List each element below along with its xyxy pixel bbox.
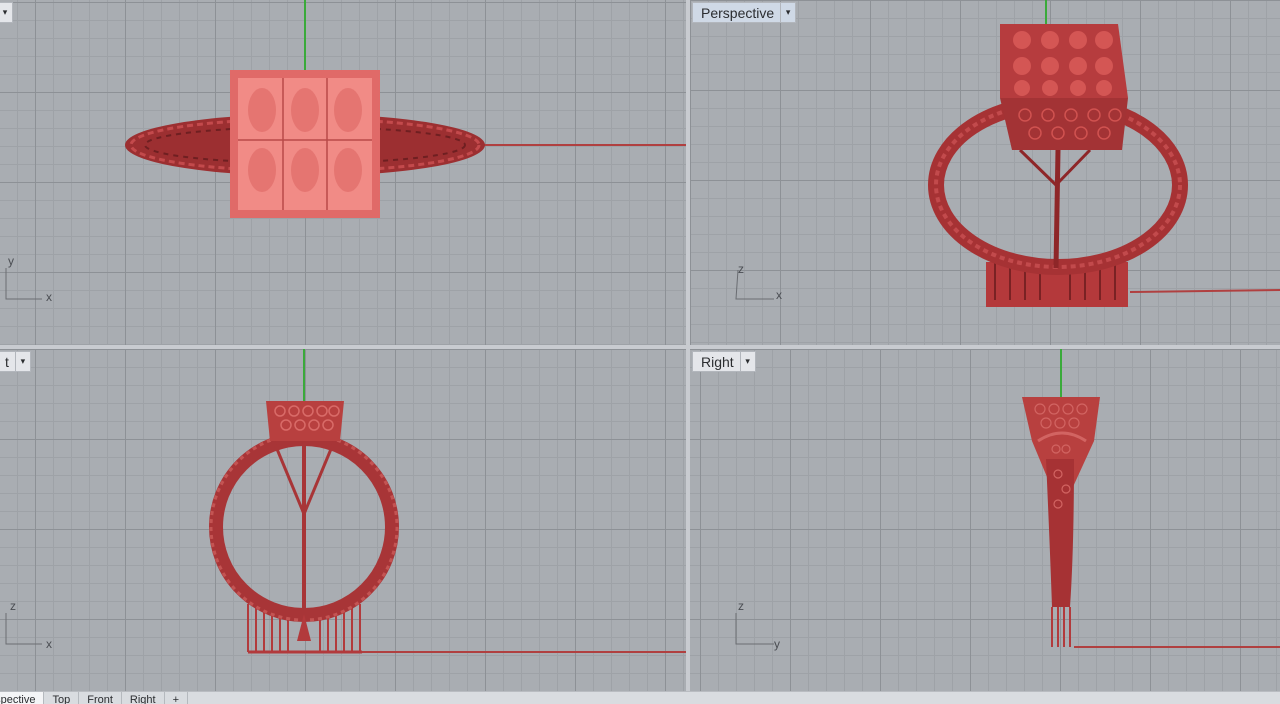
viewport-right-tab[interactable]: Right ▾ bbox=[692, 351, 756, 372]
axis-label-vertical: z bbox=[10, 599, 16, 613]
ring-front-view bbox=[209, 349, 686, 654]
viewport-front-dropdown-icon[interactable]: ▾ bbox=[14, 352, 30, 371]
add-tab-button[interactable]: + bbox=[165, 692, 189, 704]
viewport-perspective-label[interactable]: Perspective bbox=[693, 5, 780, 21]
viewport-right-dropdown-icon[interactable]: ▾ bbox=[739, 352, 755, 371]
viewport-front-tab[interactable]: t ▾ bbox=[0, 351, 31, 372]
axis-label-horizontal: x bbox=[776, 288, 782, 302]
axis-gizmo-icon bbox=[735, 613, 774, 645]
viewport-top-dropdown-icon[interactable]: ▾ bbox=[0, 3, 12, 22]
viewport-right-label[interactable]: Right bbox=[693, 354, 740, 370]
axis-gizmo-icon bbox=[5, 613, 42, 645]
axis-label-vertical: z bbox=[738, 599, 744, 613]
viewport-perspective[interactable]: Perspective ▾ z x bbox=[690, 0, 1280, 345]
viewport-perspective-tab[interactable]: Perspective ▾ bbox=[692, 2, 797, 23]
axis-gizmo-icon bbox=[5, 268, 42, 300]
tab-top[interactable]: Top bbox=[44, 692, 80, 704]
viewport-top[interactable]: ▾ y x bbox=[0, 0, 686, 345]
tab-perspective[interactable]: Perspective bbox=[0, 692, 45, 704]
ring-top-view bbox=[125, 0, 686, 218]
axis-label-horizontal: x bbox=[46, 290, 52, 304]
viewport-front[interactable]: t ▾ z x bbox=[0, 349, 686, 691]
tab-front[interactable]: Front bbox=[79, 692, 122, 704]
viewport-perspective-dropdown-icon[interactable]: ▾ bbox=[780, 3, 795, 22]
viewport-tab-bar: Perspective Top Front Right + bbox=[0, 691, 1280, 704]
tab-right[interactable]: Right bbox=[122, 692, 165, 704]
axis-label-vertical: y bbox=[8, 254, 14, 268]
viewport-front-label[interactable]: t bbox=[0, 354, 15, 370]
axis-gizmo-icon bbox=[735, 270, 774, 300]
axis-label-horizontal: x bbox=[46, 637, 52, 651]
viewport-right[interactable]: Right ▾ z y bbox=[690, 349, 1280, 691]
viewport-top-tab[interactable]: ▾ bbox=[0, 2, 13, 23]
